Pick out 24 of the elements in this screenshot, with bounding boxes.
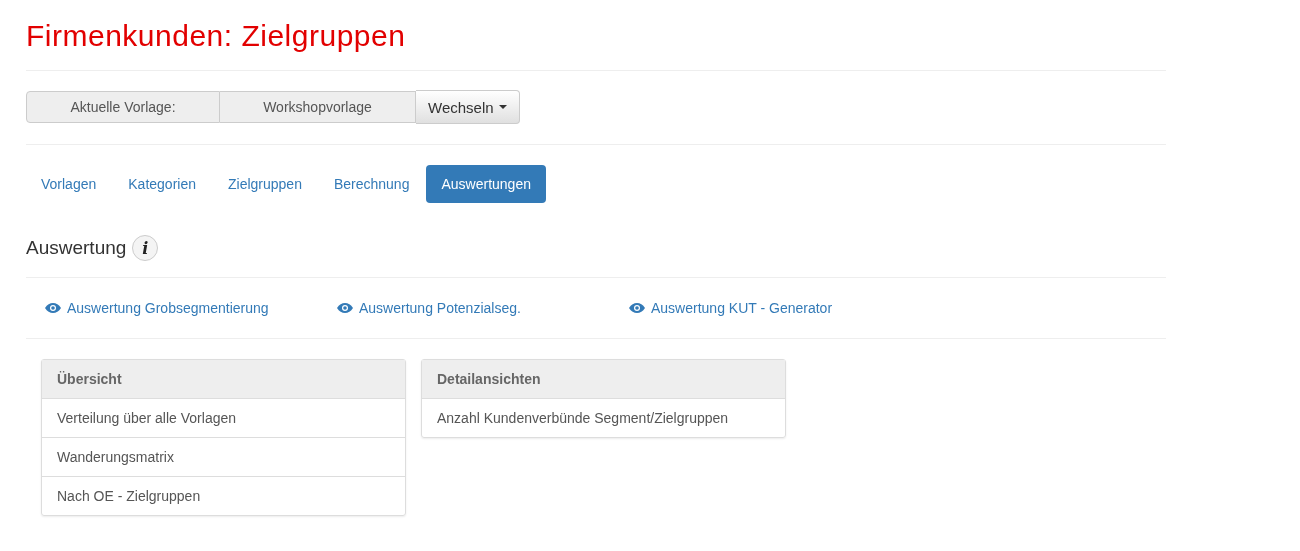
- section-heading: Auswertung: [26, 237, 127, 259]
- template-label: Aktuelle Vorlage:: [26, 91, 220, 123]
- report-link[interactable]: Auswertung Grobsegmentierung: [45, 300, 337, 316]
- report-link[interactable]: Auswertung KUT - Generator: [629, 300, 921, 316]
- page-title: Firmenkunden: Zielgruppen: [26, 18, 407, 54]
- panel-heading: Übersicht: [42, 360, 405, 399]
- switch-button[interactable]: Wechseln: [416, 90, 520, 124]
- nav-tab[interactable]: Kategorien: [113, 165, 211, 203]
- eye-icon: [45, 303, 61, 313]
- panel-heading: Detailansichten: [422, 360, 785, 399]
- panel-item[interactable]: Verteilung über alle Vorlagen: [42, 399, 405, 437]
- template-value: Workshopvorlage: [220, 91, 416, 123]
- eye-icon: [629, 303, 645, 313]
- eye-icon: [337, 303, 353, 313]
- panel-item[interactable]: Anzahl Kundenverbünde Segment/Zielgruppen: [422, 399, 785, 437]
- caret-icon: [498, 105, 507, 109]
- panel-item[interactable]: Nach OE - Zielgruppen: [42, 476, 405, 515]
- info-icon[interactable]: i: [132, 235, 159, 261]
- panel-item[interactable]: Wanderungsmatrix: [42, 437, 405, 476]
- nav-tab[interactable]: Vorlagen: [26, 165, 112, 203]
- nav-tab[interactable]: Zielgruppen: [213, 165, 317, 203]
- report-link[interactable]: Auswertung Potenzialseg.: [337, 300, 629, 316]
- nav-tab[interactable]: Berechnung: [318, 165, 425, 203]
- nav-tab[interactable]: Auswertungen: [426, 165, 546, 203]
